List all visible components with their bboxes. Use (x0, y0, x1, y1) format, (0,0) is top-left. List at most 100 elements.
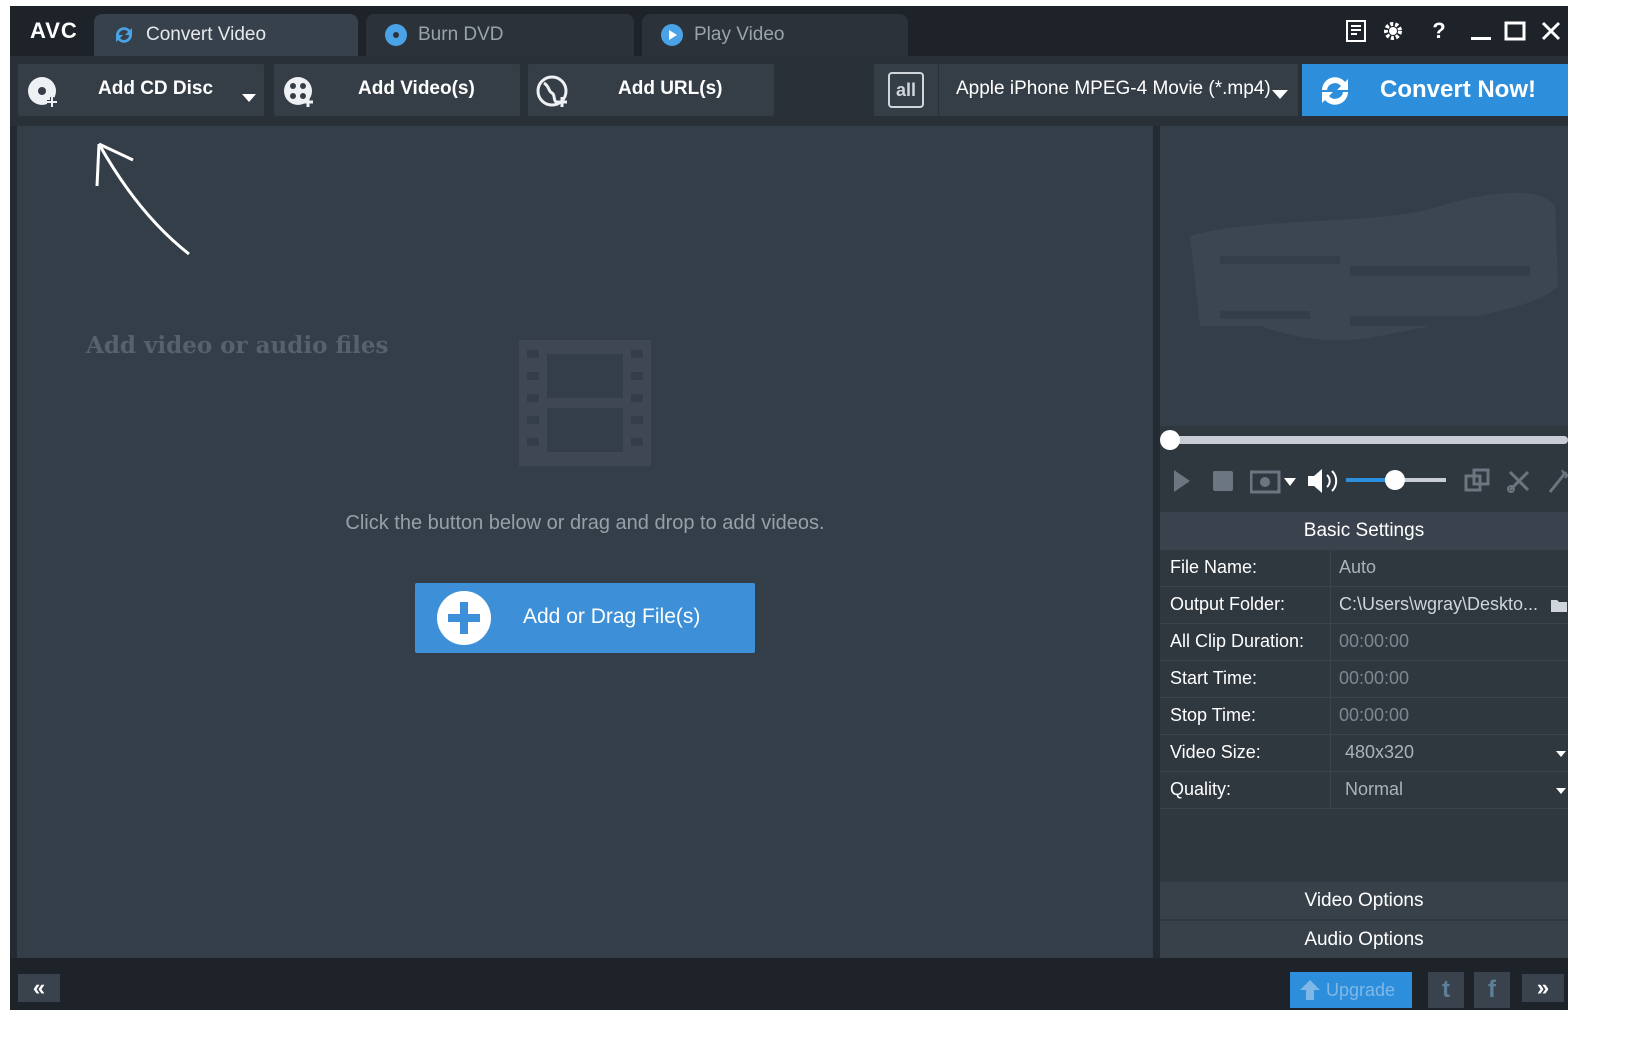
convert-now-button[interactable]: Convert Now! (1302, 64, 1568, 116)
copy-icon[interactable] (1464, 468, 1490, 494)
file-list-area[interactable]: Add video or audio files Click the butto… (17, 126, 1153, 958)
volume-icon[interactable] (1306, 466, 1342, 496)
setting-row-stop-time[interactable]: Stop Time: 00:00:00 (1160, 698, 1568, 735)
upgrade-arrow-icon (1300, 980, 1320, 1000)
pointer-arrow-icon (95, 142, 190, 256)
setting-value[interactable]: 480x320 (1345, 742, 1414, 763)
disc-icon (384, 23, 408, 47)
setting-value: 00:00:00 (1339, 631, 1410, 651)
add-files-label: Add or Drag File(s) (523, 605, 701, 628)
refresh-icon (1314, 70, 1356, 117)
collapse-left-button[interactable]: « (18, 974, 60, 1002)
setting-key: Quality: (1170, 779, 1232, 799)
volume-handle[interactable] (1385, 470, 1405, 490)
twitter-icon[interactable]: t (1428, 972, 1464, 1008)
title-bar: AVC Convert Video Burn DVD Play Video ? (10, 6, 1568, 56)
status-bar: « Upgrade t f » (10, 958, 1568, 1010)
add-cd-disc-button[interactable]: Add CD Disc (18, 64, 264, 116)
toolbar: Add CD Disc Add Video(s) Add URL(s) all … (10, 56, 1568, 126)
column-divider (1330, 698, 1331, 734)
setting-key: Stop Time: (1170, 705, 1257, 725)
setting-value[interactable]: 00:00:00 (1339, 705, 1409, 726)
chevron-down-icon[interactable] (242, 86, 256, 108)
add-urls-label: Add URL(s) (618, 78, 723, 99)
play-icon[interactable] (1172, 468, 1192, 494)
add-video-icon (280, 71, 320, 111)
column-divider (1330, 624, 1331, 660)
drag-drop-hint: Click the button below or drag and drop … (345, 512, 825, 534)
task-list-icon[interactable] (1342, 16, 1372, 46)
column-divider (1330, 772, 1331, 808)
convert-icon (112, 23, 136, 47)
plus-circle-icon (437, 591, 491, 645)
minimize-icon[interactable] (1466, 16, 1496, 46)
setting-key: File Name: (1170, 557, 1258, 577)
column-divider (1330, 587, 1331, 623)
setting-row-all-clip-duration[interactable]: All Clip Duration: 00:00:00 (1160, 624, 1568, 661)
stop-icon[interactable] (1212, 470, 1234, 492)
setting-row-file-name[interactable]: File Name: Auto (1160, 550, 1568, 587)
tab-label: Convert Video (146, 24, 267, 45)
add-videos-button[interactable]: Add Video(s) (274, 64, 520, 116)
add-cd-label: Add CD Disc (98, 78, 214, 99)
setting-row-video-size[interactable]: Video Size: 480x320 (1160, 735, 1568, 772)
audio-options-section[interactable]: Audio Options (1160, 921, 1568, 958)
add-urls-button[interactable]: Add URL(s) (528, 64, 774, 116)
snapshot-camera-icon[interactable] (1250, 468, 1298, 494)
right-panel: Basic Settings File Name: Auto Output Fo… (1160, 126, 1568, 958)
add-or-drag-files-button[interactable]: Add or Drag File(s) (415, 583, 755, 653)
help-icon[interactable]: ? (1424, 16, 1454, 46)
tab-play-video[interactable]: Play Video (642, 14, 908, 56)
column-divider (1330, 661, 1331, 697)
setting-row-quality[interactable]: Quality: Normal (1160, 772, 1568, 809)
setting-value[interactable]: 00:00:00 (1339, 668, 1409, 689)
upgrade-button[interactable]: Upgrade (1290, 972, 1412, 1008)
chevron-down-icon[interactable] (1556, 751, 1566, 757)
play-icon (660, 23, 684, 47)
player-controls (1160, 456, 1568, 506)
all-formats-icon[interactable]: all (888, 72, 924, 108)
setting-value[interactable]: Normal (1345, 779, 1403, 800)
folder-icon[interactable] (1550, 597, 1568, 613)
seek-slider[interactable] (1170, 436, 1568, 444)
scissors-icon[interactable] (1506, 468, 1532, 494)
video-options-section[interactable]: Video Options (1160, 882, 1568, 919)
maximize-icon[interactable] (1500, 16, 1530, 46)
setting-value[interactable]: Auto (1339, 557, 1376, 578)
setting-key: Output Folder: (1170, 594, 1286, 614)
video-preview (1160, 126, 1568, 426)
add-videos-label: Add Video(s) (358, 78, 475, 99)
convert-now-label: Convert Now! (1380, 76, 1536, 103)
app-logo: AVC (30, 18, 78, 43)
app-window: AVC Convert Video Burn DVD Play Video ? (10, 6, 1568, 1010)
seek-handle[interactable] (1160, 430, 1180, 450)
setting-row-start-time[interactable]: Start Time: 00:00:00 (1160, 661, 1568, 698)
gear-icon[interactable] (1378, 16, 1408, 46)
profile-label: Apple iPhone MPEG-4 Movie (*.mp4) (956, 78, 1271, 99)
film-reel-placeholder-icon (1190, 192, 1558, 341)
setting-key: Start Time: (1170, 668, 1258, 688)
tab-convert-video[interactable]: Convert Video (94, 14, 358, 56)
basic-settings-header[interactable]: Basic Settings (1160, 512, 1568, 550)
add-url-globe-icon (534, 71, 574, 111)
film-strip-icon (519, 340, 651, 466)
column-divider (1330, 735, 1331, 771)
hint-title: Add video or audio files (86, 332, 389, 359)
tab-label: Play Video (694, 24, 785, 45)
output-profile-dropdown[interactable]: all Apple iPhone MPEG-4 Movie (*.mp4) (874, 64, 1298, 116)
add-disc-icon (24, 71, 64, 111)
upgrade-label: Upgrade (1326, 980, 1396, 1000)
chevron-down-icon[interactable] (1556, 788, 1566, 794)
column-divider (1330, 550, 1331, 586)
setting-row-output-folder[interactable]: Output Folder: C:\Users\wgray\Deskto... (1160, 587, 1568, 624)
profile-divider (938, 64, 939, 116)
setting-value[interactable]: C:\Users\wgray\Deskto... (1339, 594, 1538, 615)
tab-burn-dvd[interactable]: Burn DVD (366, 14, 634, 56)
chevron-down-icon[interactable] (1272, 86, 1288, 104)
expand-right-button[interactable]: » (1522, 974, 1564, 1002)
setting-key: Video Size: (1170, 742, 1261, 762)
setting-key: All Clip Duration: (1170, 631, 1305, 651)
effects-wand-icon[interactable] (1548, 468, 1568, 494)
close-icon[interactable] (1536, 16, 1566, 46)
facebook-icon[interactable]: f (1474, 972, 1510, 1008)
